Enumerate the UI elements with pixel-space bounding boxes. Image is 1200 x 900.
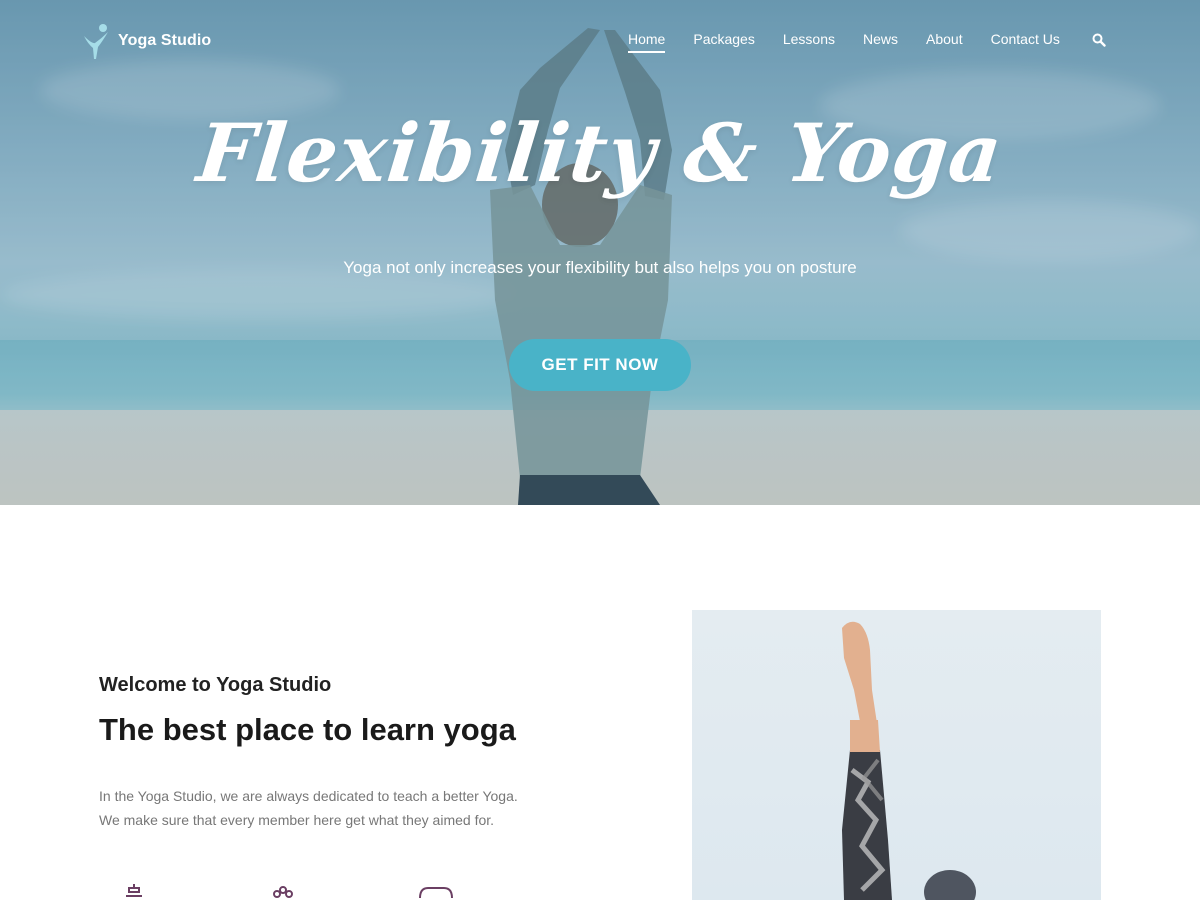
feature-icons-row <box>120 884 456 900</box>
yoga-figure-icon <box>84 24 108 59</box>
description-line: We make sure that every member here get … <box>99 812 495 828</box>
yoga-pose-photo <box>692 610 1101 900</box>
nav-item-packages[interactable]: Packages <box>693 31 754 47</box>
nav-item-contact-us[interactable]: Contact Us <box>991 31 1060 47</box>
candle-icon <box>126 884 142 897</box>
brand-logo[interactable]: Yoga Studio <box>82 22 211 60</box>
description-line: In the Yoga Studio, we are always dedica… <box>99 788 518 804</box>
mat-icon <box>419 887 453 899</box>
hero-title: Flexibility & Yoga <box>193 106 1007 200</box>
yoga-pose-image <box>842 621 976 900</box>
brand-name: Yoga Studio <box>118 32 212 49</box>
welcome-subheading: Welcome to Yoga Studio <box>99 674 332 696</box>
hero-subtitle: Yoga not only increases your flexibility… <box>343 258 857 277</box>
search-icon[interactable] <box>1092 33 1106 47</box>
lotus-icon <box>273 886 293 898</box>
nav-item-about[interactable]: About <box>926 31 963 47</box>
nav-item-news[interactable]: News <box>863 31 898 47</box>
nav-item-lessons[interactable]: Lessons <box>783 31 835 47</box>
nav-item-home[interactable]: Home <box>628 31 666 53</box>
about-description: In the Yoga Studio, we are always dedica… <box>99 784 559 832</box>
get-fit-now-button[interactable]: GET FIT NOW <box>509 339 691 391</box>
about-heading: The best place to learn yoga <box>99 712 516 747</box>
main-nav: Home Packages Lessons News About Contact… <box>628 31 1106 53</box>
hero-banner: Yoga Studio Home Packages Lessons News A… <box>0 0 1200 505</box>
hero-overlay <box>0 0 1200 505</box>
